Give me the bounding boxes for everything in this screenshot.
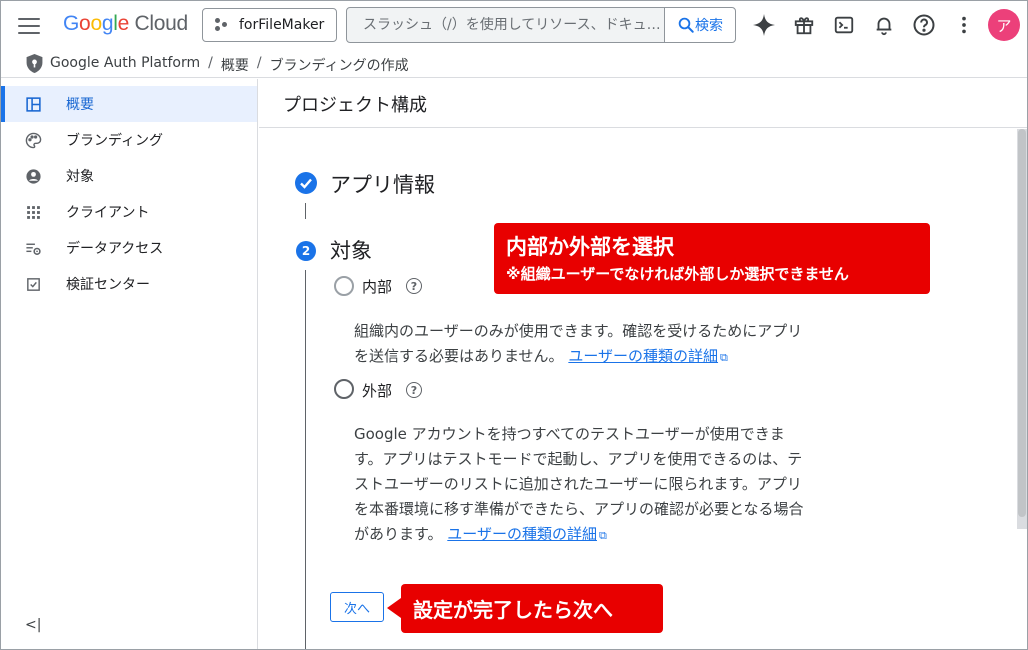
data-settings-icon: [26, 243, 41, 255]
sidebar-item-verification-center[interactable]: 検証センター: [1, 266, 257, 302]
gift-icon[interactable]: [790, 11, 818, 39]
scrollbar-thumb[interactable]: [1018, 129, 1026, 517]
gemini-sparkle-icon[interactable]: [750, 11, 778, 39]
breadcrumb-current: ブランディングの作成: [269, 58, 409, 74]
avatar[interactable]: ア: [988, 9, 1020, 41]
sidebar-item-data-access[interactable]: データアクセス: [1, 230, 257, 266]
google-cloud-logo[interactable]: Google Cloud: [63, 12, 188, 36]
notifications-bell-icon[interactable]: [870, 11, 898, 39]
cloud-shell-icon[interactable]: [830, 11, 858, 39]
breadcrumb-auth-platform[interactable]: Google Auth Platform: [50, 55, 200, 75]
grid-dots-icon: [27, 206, 40, 219]
breadcrumb: Google Auth Platform / 概要 / ブランディングの作成: [1, 49, 1027, 78]
search-button[interactable]: 検索: [664, 8, 735, 42]
person-circle-icon: [26, 169, 41, 184]
next-button[interactable]: 次へ: [330, 592, 384, 622]
page-title: プロジェクト構成: [283, 95, 427, 116]
project-name: forFileMaker: [239, 17, 325, 33]
more-vert-icon[interactable]: [950, 11, 978, 39]
step2-number-badge: 2: [296, 241, 316, 261]
breadcrumb-overview[interactable]: 概要: [221, 55, 249, 75]
sidebar-item-label: データアクセス: [66, 241, 164, 257]
external-learn-more-link[interactable]: ユーザーの種類の詳細: [447, 525, 597, 543]
internal-link-text: ユーザーの種類の詳細: [568, 347, 719, 365]
external-description: Google アカウントを持つすべてのテストユーザーが使用できます。アプリはテス…: [354, 422, 809, 548]
step-complete-check-icon: [295, 172, 317, 194]
annotation-callout-next: 設定が完了したら次へ: [387, 584, 663, 633]
page-header: プロジェクト構成: [259, 79, 1027, 128]
menu-icon[interactable]: [18, 15, 40, 35]
sidebar-item-overview[interactable]: 概要: [1, 86, 257, 122]
internal-help-icon[interactable]: ?: [406, 278, 422, 294]
step-connector: [305, 270, 306, 649]
internal-description: 組織内のユーザーのみが使用できます。確認を受けるためにアプリを送信する必要はあり…: [354, 319, 809, 370]
step-connector: [305, 203, 306, 219]
external-link-text: ユーザーの種類の詳細: [447, 525, 597, 543]
annotation-next-text: 設定が完了したら次へ: [413, 598, 613, 622]
sidebar-item-label: ブランディング: [66, 133, 164, 149]
search-bar: 検索: [346, 7, 736, 43]
annotation-note: ※組織ユーザーでなければ外部しか選択できません: [506, 265, 849, 283]
main-content: プロジェクト構成 アプリ情報 2 対象 内部 ? 組織内のユーザーのみが使用でき…: [259, 79, 1027, 649]
external-link-icon: ⧉: [720, 351, 728, 364]
search-button-label: 検索: [695, 18, 723, 34]
sidebar-item-label: 検証センター: [66, 277, 150, 293]
sidebar-item-label: 概要: [66, 97, 94, 113]
sidebar-item-label: 対象: [66, 169, 94, 185]
shield-lock-icon: [26, 54, 43, 73]
external-help-icon[interactable]: ?: [406, 382, 422, 398]
external-radio[interactable]: [334, 379, 354, 399]
annotation-callout-select: 内部か外部を選択 ※組織ユーザーでなければ外部しか選択できません: [494, 223, 930, 294]
project-selector[interactable]: forFileMaker: [202, 8, 337, 42]
collapse-sidebar-icon[interactable]: <|: [25, 617, 41, 633]
external-link-icon: ⧉: [599, 529, 607, 542]
breadcrumb-separator: /: [256, 55, 262, 71]
sidebar: 概要 ブランディング 対象 クライアント データアクセス 検証センター <|: [1, 79, 258, 649]
sidebar-item-audience[interactable]: 対象: [1, 158, 257, 194]
app-window: Google Cloud forFileMaker 検索: [0, 0, 1028, 650]
palette-icon: [25, 132, 42, 149]
internal-radio[interactable]: [334, 276, 354, 296]
project-dots-icon: [215, 18, 229, 32]
breadcrumb-separator: /: [208, 55, 213, 71]
sidebar-item-label: クライアント: [66, 205, 150, 221]
internal-learn-more-link[interactable]: ユーザーの種類の詳細: [568, 347, 718, 365]
search-icon: [678, 17, 694, 33]
internal-label[interactable]: 内部: [362, 276, 392, 297]
top-bar: Google Cloud forFileMaker 検索: [1, 1, 1027, 49]
help-icon[interactable]: [910, 11, 938, 39]
logo-cloud-text: Cloud: [134, 12, 189, 35]
sidebar-item-branding[interactable]: ブランディング: [1, 122, 257, 158]
dashboard-icon: [26, 97, 41, 112]
step2-title: 対象: [330, 239, 372, 263]
step1-title[interactable]: アプリ情報: [330, 169, 435, 199]
annotation-title: 内部か外部を選択: [506, 235, 674, 259]
check-box-icon: [27, 278, 40, 291]
external-label[interactable]: 外部: [362, 380, 392, 401]
scrollbar[interactable]: [1017, 129, 1027, 529]
sidebar-item-clients[interactable]: クライアント: [1, 194, 257, 230]
search-input[interactable]: [347, 8, 665, 42]
